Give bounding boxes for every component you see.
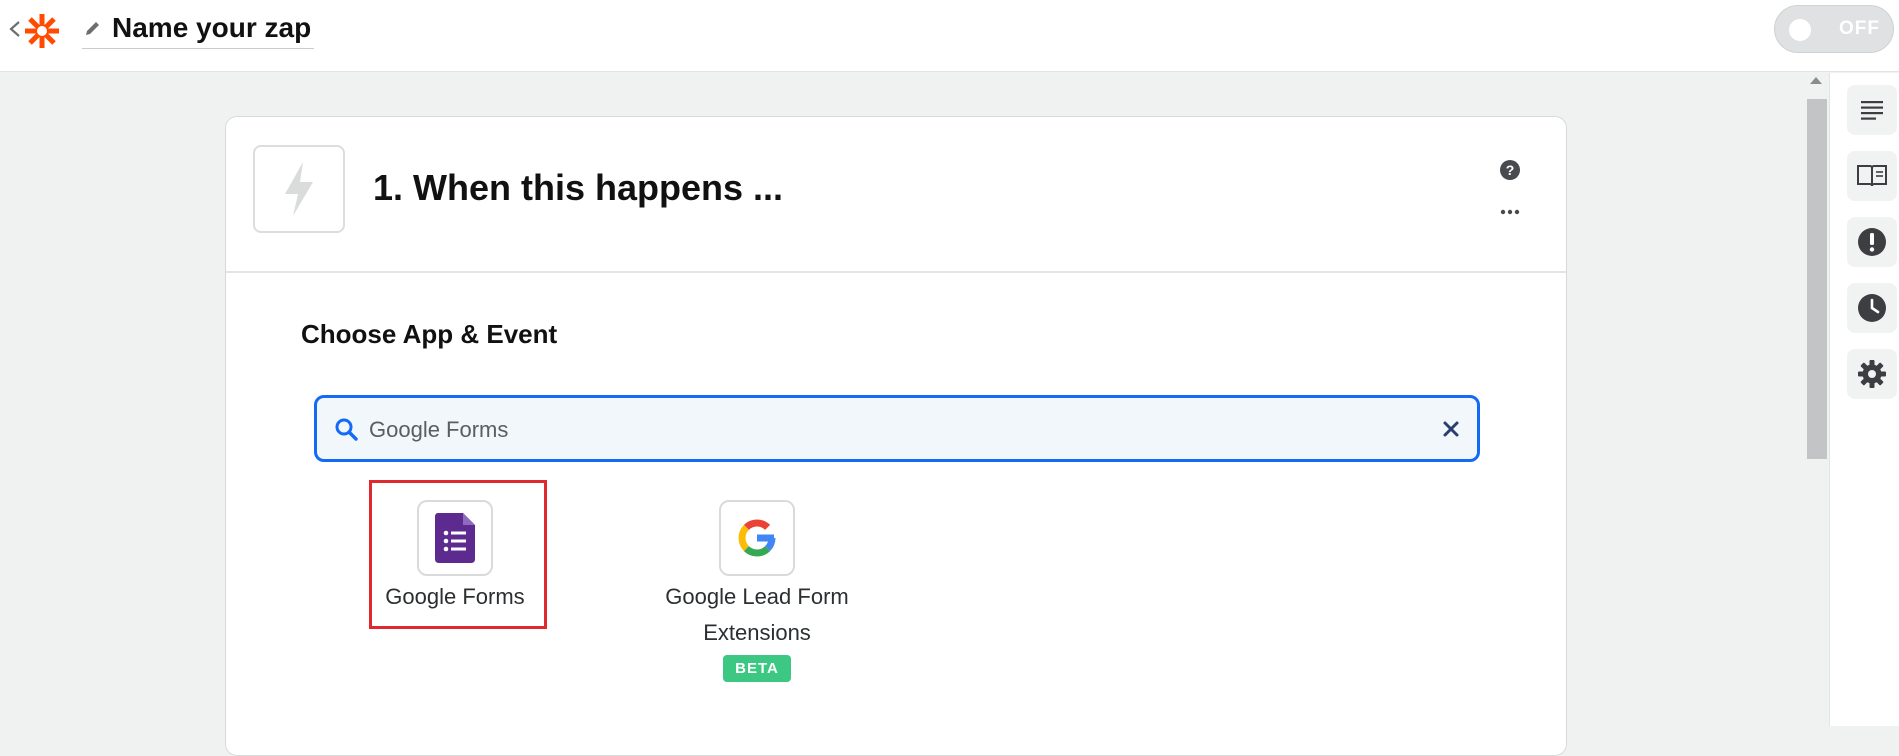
history-clock-icon bbox=[1858, 294, 1886, 322]
lightning-bolt-icon bbox=[285, 162, 313, 216]
search-value: Google Forms bbox=[369, 417, 509, 442]
svg-text:?: ? bbox=[1506, 162, 1515, 178]
section-title: Choose App & Event bbox=[301, 319, 558, 349]
app-result-google-lead-form-extensions[interactable]: Google Lead Form Extensions BETA bbox=[652, 500, 862, 682]
app-tile bbox=[719, 500, 795, 576]
step-card: 1. When this happens ... ? Choose App & … bbox=[225, 116, 1567, 756]
more-options-icon[interactable] bbox=[1499, 207, 1521, 217]
app-search-input[interactable]: Google Forms bbox=[314, 395, 1480, 462]
clear-search-icon[interactable] bbox=[1442, 420, 1460, 438]
app-result-label: Google Lead Form Extensions bbox=[652, 579, 862, 651]
zapier-logo-icon[interactable] bbox=[22, 11, 62, 51]
page-scrollbar[interactable] bbox=[1803, 73, 1829, 726]
outline-icon bbox=[1861, 101, 1883, 120]
app-result-label-line1: Google Lead Form bbox=[665, 584, 849, 609]
search-icon bbox=[335, 418, 358, 441]
rail-button-guide[interactable] bbox=[1847, 151, 1897, 201]
rail-button-history[interactable] bbox=[1847, 283, 1897, 333]
beta-badge: BETA bbox=[723, 655, 791, 682]
scrollbar-thumb[interactable] bbox=[1807, 99, 1827, 459]
alert-icon bbox=[1858, 228, 1886, 256]
zap-name-field[interactable]: Name your zap bbox=[82, 8, 315, 49]
zap-on-off-toggle[interactable]: OFF bbox=[1774, 5, 1894, 53]
right-sidebar bbox=[1829, 73, 1899, 726]
guide-book-icon bbox=[1857, 165, 1887, 187]
google-g-icon bbox=[738, 519, 776, 557]
step-card-header: 1. When this happens ... ? bbox=[226, 117, 1566, 273]
rail-button-settings[interactable] bbox=[1847, 349, 1897, 399]
app-result-label-line2: Extensions bbox=[703, 620, 811, 645]
selection-highlight bbox=[369, 480, 547, 629]
trigger-app-placeholder bbox=[253, 145, 345, 233]
help-icon[interactable]: ? bbox=[1499, 159, 1521, 181]
back-chevron-icon[interactable] bbox=[6, 14, 22, 44]
scroll-up-arrow-icon[interactable] bbox=[1810, 77, 1822, 84]
toggle-label: OFF bbox=[1839, 18, 1880, 39]
zap-name-text: Name your zap bbox=[112, 12, 312, 43]
step-title: 1. When this happens ... bbox=[373, 167, 784, 208]
rail-button-outline[interactable] bbox=[1847, 85, 1897, 135]
pencil-icon bbox=[86, 22, 99, 35]
top-bar: Name your zap OFF bbox=[0, 0, 1899, 72]
settings-gear-icon bbox=[1858, 360, 1886, 388]
toggle-knob bbox=[1789, 19, 1811, 41]
rail-button-alerts[interactable] bbox=[1847, 217, 1897, 267]
